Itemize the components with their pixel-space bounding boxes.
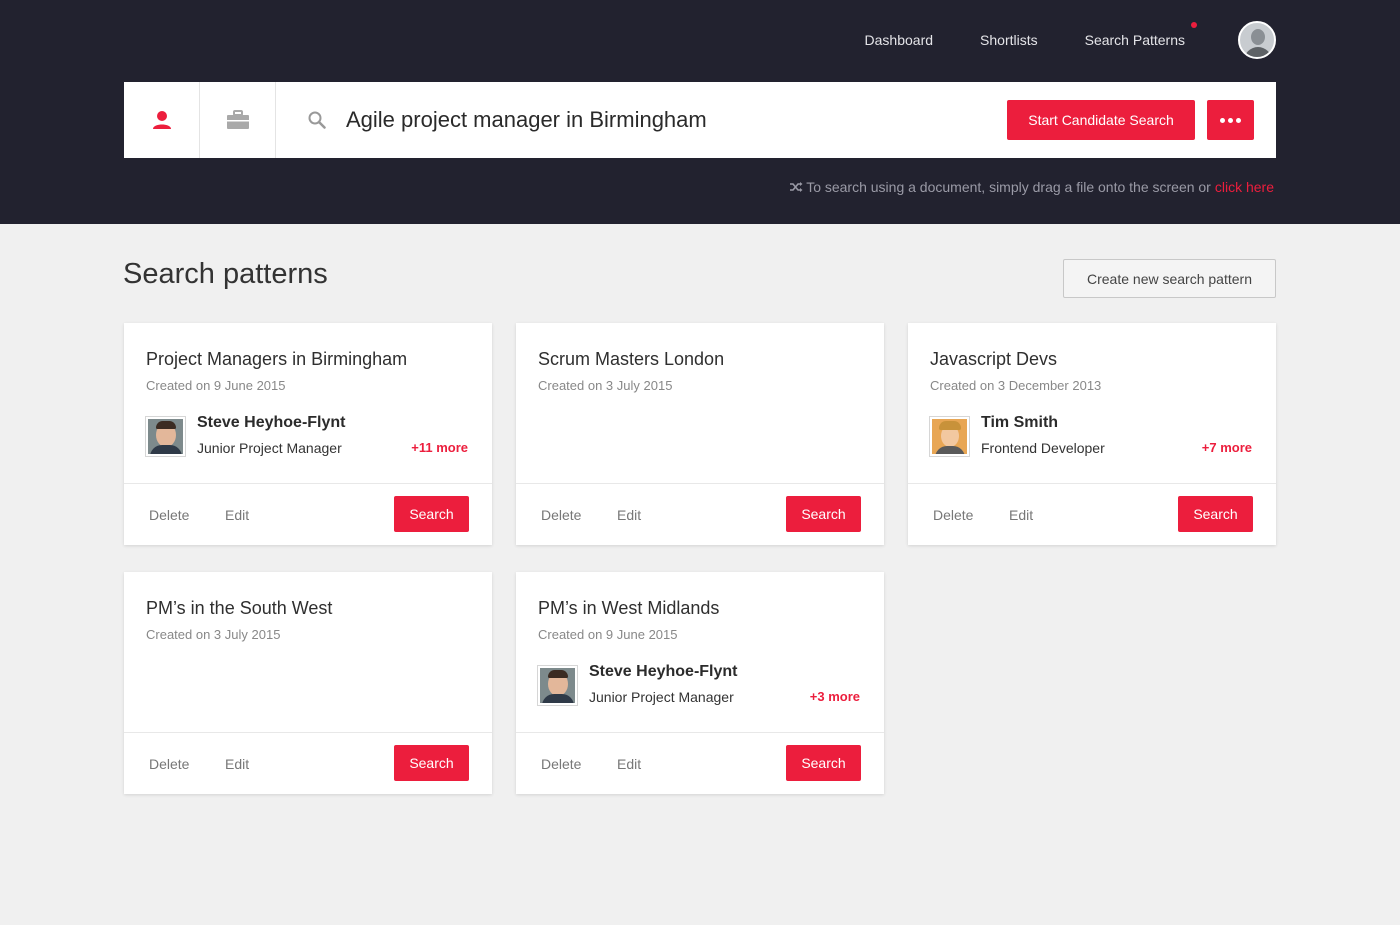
dot-icon (1220, 117, 1225, 123)
card-title: Javascript Devs (930, 349, 1058, 369)
candidate-role: Junior Project Manager (197, 440, 342, 456)
search-button[interactable]: Search (786, 496, 861, 532)
top-nav: Dashboard Shortlists Search Patterns (865, 20, 1276, 60)
candidate-name: Tim Smith (981, 414, 1059, 431)
card-title: Scrum Masters London (538, 349, 725, 369)
page-title: Search patterns (123, 258, 328, 290)
start-candidate-search-button[interactable]: Start Candidate Search (1007, 100, 1195, 140)
delete-button[interactable]: Delete (933, 507, 973, 523)
candidate-role: Frontend Developer (981, 440, 1105, 456)
search-button[interactable]: Search (394, 496, 469, 532)
dot-icon (1236, 117, 1241, 123)
candidate-role: Junior Project Manager (589, 689, 734, 705)
search-pattern-card: Javascript Devs Created on 3 December 20… (908, 323, 1276, 545)
search-pattern-card: PM’s in West Midlands Created on 9 June … (516, 572, 884, 794)
card-footer: Delete Edit Search (124, 483, 492, 545)
more-candidates-link[interactable]: +7 more (1202, 440, 1252, 455)
edit-button[interactable]: Edit (1009, 507, 1033, 523)
tab-jobs[interactable] (200, 82, 276, 158)
search-input[interactable] (346, 107, 966, 133)
user-avatar[interactable] (1238, 21, 1276, 59)
card-title: PM’s in the South West (146, 598, 333, 618)
search-button[interactable]: Search (394, 745, 469, 781)
card-footer: Delete Edit Search (516, 732, 884, 794)
edit-button[interactable]: Edit (225, 756, 249, 772)
card-date: Created on 9 June 2015 (538, 627, 678, 642)
search-button[interactable]: Search (786, 745, 861, 781)
document-search-hint: To search using a document, simply drag … (789, 179, 1274, 195)
briefcase-icon (226, 110, 249, 129)
candidate-name: Steve Heyhoe-Flynt (197, 414, 346, 431)
delete-button[interactable]: Delete (149, 507, 189, 523)
card-footer: Delete Edit Search (516, 483, 884, 545)
edit-button[interactable]: Edit (617, 756, 641, 772)
search-pattern-card: Project Managers in Birmingham Created o… (124, 323, 492, 545)
tab-candidates[interactable] (124, 82, 200, 158)
delete-button[interactable]: Delete (541, 507, 581, 523)
edit-button[interactable]: Edit (617, 507, 641, 523)
card-date: Created on 9 June 2015 (146, 378, 286, 393)
search-bar: Start Candidate Search (124, 82, 1276, 158)
delete-button[interactable]: Delete (541, 756, 581, 772)
card-date: Created on 3 July 2015 (538, 378, 673, 393)
more-candidates-link[interactable]: +11 more (411, 440, 468, 455)
card-date: Created on 3 July 2015 (146, 627, 281, 642)
notification-dot (1191, 22, 1197, 28)
candidate-avatar (145, 416, 186, 457)
search-pattern-card: Scrum Masters London Created on 3 July 2… (516, 323, 884, 545)
person-icon (152, 111, 171, 129)
nav-search-patterns-label: Search Patterns (1084, 32, 1185, 48)
header: Dashboard Shortlists Search Patterns Agi… (0, 0, 1400, 224)
candidate-avatar (929, 416, 970, 457)
more-options-button[interactable] (1207, 100, 1254, 140)
delete-button[interactable]: Delete (149, 756, 189, 772)
candidate-avatar (537, 665, 578, 706)
search-icon (308, 111, 326, 129)
create-search-pattern-button[interactable]: Create new search pattern (1063, 259, 1276, 298)
hint-text: To search using a document, simply drag … (806, 179, 1211, 195)
nav-shortlists[interactable]: Shortlists (980, 32, 1038, 48)
shuffle-icon (790, 182, 803, 192)
nav-dashboard[interactable]: Dashboard (865, 32, 934, 48)
card-date: Created on 3 December 2013 (930, 378, 1102, 393)
more-candidates-link[interactable]: +3 more (810, 689, 860, 704)
search-button[interactable]: Search (1178, 496, 1253, 532)
card-title: Project Managers in Birmingham (146, 349, 408, 369)
search-pattern-card: PM’s in the South West Created on 3 July… (124, 572, 492, 794)
card-footer: Delete Edit Search (124, 732, 492, 794)
dot-icon (1228, 117, 1233, 123)
edit-button[interactable]: Edit (225, 507, 249, 523)
nav-search-patterns[interactable]: Search Patterns (1084, 22, 1197, 48)
candidate-name: Steve Heyhoe-Flynt (589, 663, 738, 680)
card-footer: Delete Edit Search (908, 483, 1276, 545)
click-here-link[interactable]: click here (1215, 179, 1274, 195)
card-title: PM’s in West Midlands (538, 598, 720, 618)
